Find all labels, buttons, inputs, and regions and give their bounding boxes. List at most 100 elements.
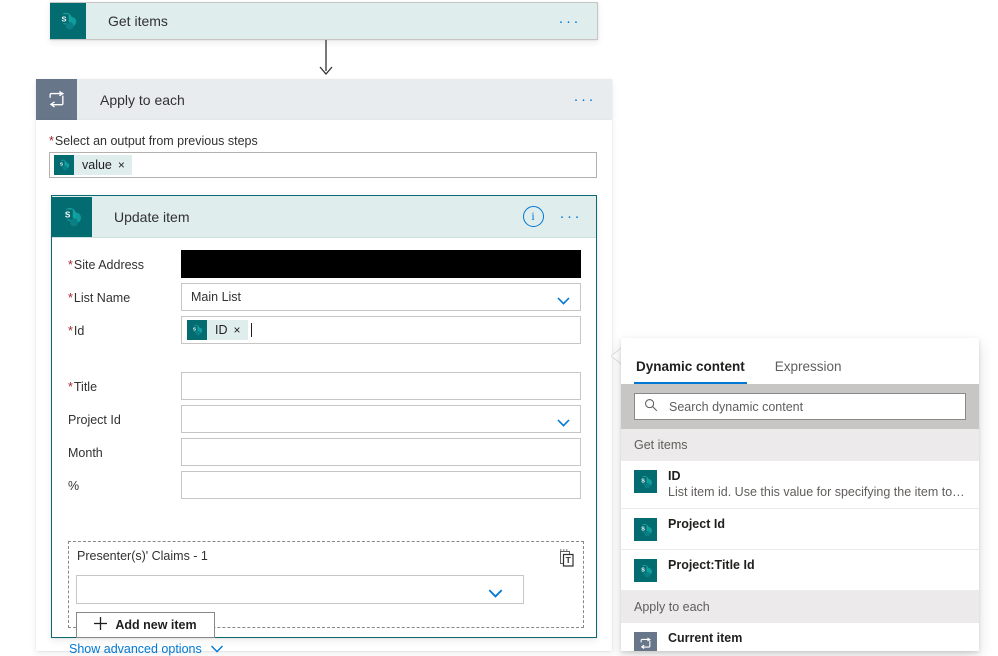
sharepoint-icon: S bbox=[634, 470, 657, 493]
flow-designer-canvas: S Get items ··· Apply to each ··· *Selec… bbox=[0, 0, 998, 656]
tab-expression[interactable]: Expression bbox=[773, 359, 844, 384]
field-label: *Id bbox=[52, 316, 181, 346]
form-row-id: *Id S ID × bbox=[52, 316, 596, 348]
svg-text:S: S bbox=[641, 526, 645, 532]
add-new-item-label: Add new item bbox=[115, 618, 197, 632]
svg-text:T: T bbox=[566, 555, 572, 565]
select-output-label: *Select an output from previous steps bbox=[49, 134, 258, 148]
sharepoint-icon: S bbox=[634, 518, 657, 541]
item-name: Current item bbox=[668, 631, 743, 645]
repeating-section-presenters-claims: Presenter(s)' Claims - 1 T Add new item bbox=[68, 541, 584, 638]
field-label: *List Name bbox=[52, 283, 181, 313]
percent-input[interactable] bbox=[181, 471, 581, 499]
chevron-down-icon[interactable] bbox=[488, 586, 503, 598]
required-asterisk: * bbox=[68, 291, 73, 305]
sharepoint-icon: S bbox=[187, 320, 207, 340]
connector-arrow bbox=[316, 40, 336, 80]
svg-text:S: S bbox=[65, 210, 71, 219]
field-label-text: Title bbox=[73, 380, 98, 394]
form-row-month: Month bbox=[52, 438, 596, 470]
field-label-text: % bbox=[68, 479, 80, 493]
sharepoint-icon: S bbox=[50, 3, 86, 39]
form-row-site-address: *Site Address bbox=[52, 250, 596, 282]
show-advanced-options-label: Show advanced options bbox=[69, 642, 202, 656]
form-row-title: *Title bbox=[52, 372, 596, 404]
svg-text:S: S bbox=[641, 478, 645, 484]
sharepoint-icon: S bbox=[634, 559, 657, 582]
text-caret bbox=[250, 323, 252, 337]
field-label-text: Month bbox=[68, 446, 103, 460]
item-name: ID bbox=[668, 469, 681, 483]
site-address-input[interactable] bbox=[181, 250, 581, 278]
repeating-section-label: Presenter(s)' Claims - 1 bbox=[77, 549, 208, 563]
chevron-down-icon[interactable] bbox=[557, 293, 570, 305]
token-remove-icon[interactable]: × bbox=[234, 323, 248, 337]
required-asterisk: * bbox=[68, 258, 73, 272]
list-name-dropdown[interactable]: Main List bbox=[181, 283, 581, 311]
group-header-apply-to-each: Apply to each bbox=[621, 591, 979, 623]
card-menu-button[interactable]: ··· bbox=[574, 92, 597, 107]
field-label-text: Project Id bbox=[68, 413, 121, 427]
presenters-claims-dropdown[interactable] bbox=[76, 575, 524, 604]
search-icon bbox=[644, 398, 658, 415]
flyout-search-area bbox=[621, 384, 979, 429]
token-remove-icon[interactable]: × bbox=[118, 158, 132, 172]
dynamic-content-flyout: Dynamic content Expression Get items bbox=[621, 338, 979, 651]
field-label-text: Id bbox=[73, 324, 85, 338]
add-new-item-button[interactable]: Add new item bbox=[76, 612, 215, 638]
search-input[interactable] bbox=[667, 398, 960, 415]
update-item-header[interactable]: S Update item i ··· bbox=[52, 196, 596, 238]
field-label: Project Id bbox=[52, 405, 181, 435]
select-output-input[interactable]: S value × bbox=[49, 152, 597, 178]
form-row-project-id: Project Id bbox=[52, 405, 596, 437]
show-advanced-options-link[interactable]: Show advanced options bbox=[69, 642, 224, 656]
id-input[interactable]: S ID × bbox=[181, 316, 581, 344]
card-title: Update item bbox=[114, 208, 190, 225]
item-description: List item id. Use this value for specify… bbox=[668, 485, 965, 499]
form-row-list-name: *List Name Main List bbox=[52, 283, 596, 315]
form-row-percent: % bbox=[52, 471, 596, 503]
title-input[interactable] bbox=[181, 372, 581, 400]
token-label: value bbox=[82, 158, 112, 172]
info-icon[interactable]: i bbox=[522, 206, 544, 227]
required-asterisk: * bbox=[68, 380, 73, 394]
field-label-text: List Name bbox=[73, 291, 131, 305]
action-card-update-item: S Update item i ··· *Site Address *List … bbox=[51, 195, 597, 656]
loop-icon bbox=[634, 632, 657, 651]
select-output-label-text: Select an output from previous steps bbox=[54, 134, 258, 148]
field-label-text: Site Address bbox=[73, 258, 145, 272]
dynamic-content-item-project-id[interactable]: S Project Id bbox=[621, 509, 979, 550]
action-card-apply-to-each[interactable]: Apply to each ··· bbox=[36, 79, 612, 120]
search-box[interactable] bbox=[634, 393, 966, 420]
dynamic-content-item-current-item[interactable]: Current item bbox=[621, 623, 979, 651]
field-label: % bbox=[52, 471, 181, 501]
item-name: Project Id bbox=[668, 517, 725, 531]
field-label: *Site Address bbox=[52, 250, 181, 280]
item-name: Project:Title Id bbox=[668, 558, 755, 572]
required-asterisk: * bbox=[68, 324, 73, 338]
card-menu-button[interactable]: ··· bbox=[559, 14, 582, 29]
dynamic-token-value[interactable]: S value × bbox=[54, 155, 132, 175]
loop-icon bbox=[36, 79, 77, 120]
action-card-get-items[interactable]: S Get items ··· bbox=[50, 2, 598, 40]
chevron-down-icon[interactable] bbox=[557, 415, 570, 427]
field-label: *Title bbox=[52, 372, 181, 402]
dynamic-content-item-id[interactable]: S ID List item id. Use this value for sp… bbox=[621, 461, 979, 509]
apply-to-each-body: *Select an output from previous steps S … bbox=[36, 120, 612, 656]
group-header-get-items: Get items bbox=[621, 429, 979, 461]
month-input[interactable] bbox=[181, 438, 581, 466]
dynamic-token-id[interactable]: S ID × bbox=[187, 320, 248, 340]
tab-dynamic-content[interactable]: Dynamic content bbox=[634, 359, 747, 384]
required-asterisk: * bbox=[49, 134, 54, 148]
project-id-dropdown[interactable] bbox=[181, 405, 581, 433]
plus-icon bbox=[94, 617, 108, 633]
svg-text:S: S bbox=[61, 14, 66, 23]
copy-text-icon[interactable]: T bbox=[558, 549, 575, 567]
flyout-tabs: Dynamic content Expression bbox=[621, 338, 979, 384]
dynamic-content-item-project-title-id[interactable]: S Project:Title Id bbox=[621, 550, 979, 591]
sharepoint-icon: S bbox=[54, 155, 74, 175]
update-item-form: *Site Address *List Name Main List *Id S… bbox=[52, 238, 596, 656]
card-menu-button[interactable]: ··· bbox=[560, 209, 583, 224]
card-title: Apply to each bbox=[100, 91, 185, 108]
item-text-wrap: ID List item id. Use this value for spec… bbox=[668, 469, 965, 500]
